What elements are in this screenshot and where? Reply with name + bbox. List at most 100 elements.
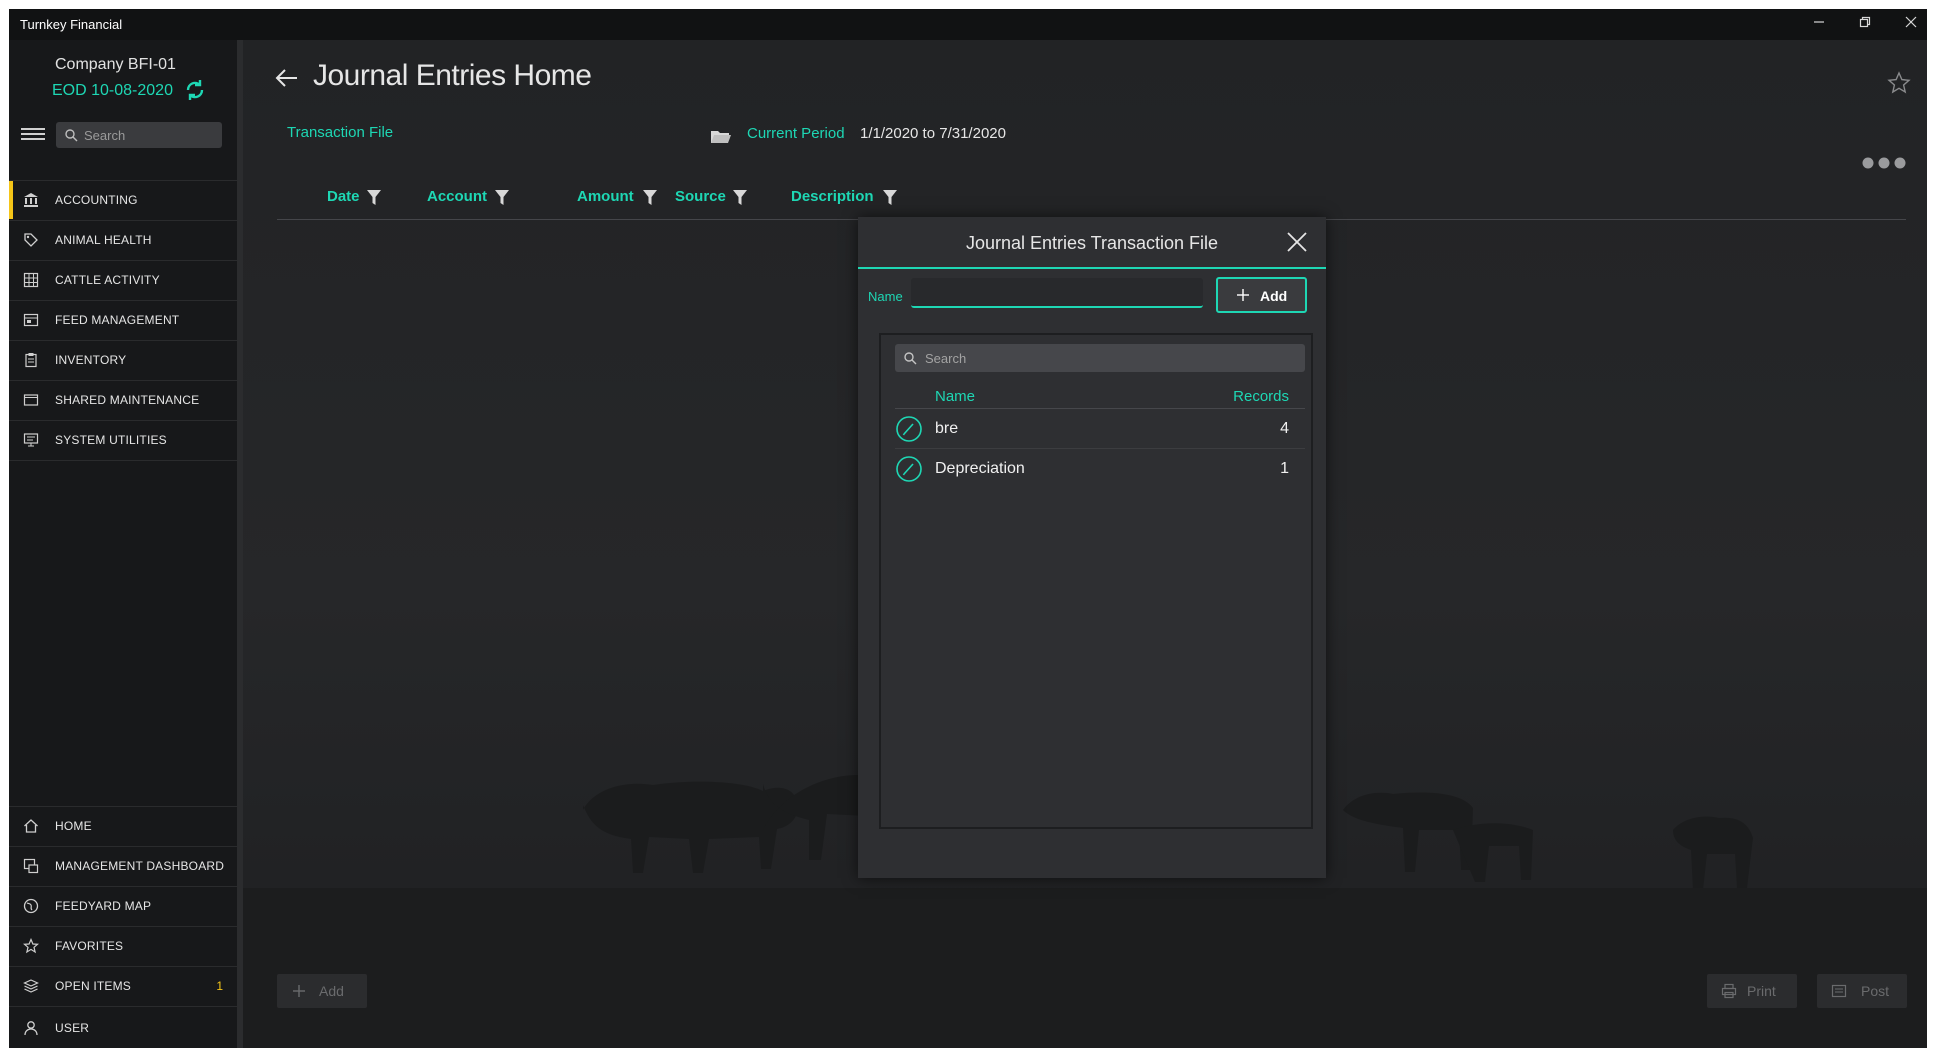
- tag-icon: [24, 233, 38, 247]
- dialog-title: Journal Entries Transaction File: [965, 233, 1219, 253]
- current-period-value: 1/1/2020 to 7/31/2020: [860, 125, 1006, 142]
- refresh-icon[interactable]: [183, 78, 207, 102]
- company-name: Company BFI-01: [55, 56, 176, 73]
- sidebar-item-animal-health[interactable]: ANIMAL HEALTH: [9, 220, 237, 259]
- monitor-icon: [23, 433, 39, 447]
- list-item-name: bre: [935, 420, 959, 437]
- current-period-label: Current Period: [747, 125, 845, 142]
- sidebar-item-favorites[interactable]: FAVORITES: [9, 926, 237, 965]
- column-header-date[interactable]: Date: [327, 188, 360, 205]
- sidebar-item-label: SYSTEM UTILITIES: [55, 433, 167, 447]
- print-button[interactable]: Print: [1707, 974, 1797, 1008]
- filter-funnel-icon[interactable]: [733, 190, 747, 205]
- column-header-source[interactable]: Source: [675, 188, 726, 205]
- hamburger-menu-icon[interactable]: [21, 125, 45, 143]
- favorite-star-icon[interactable]: [1887, 71, 1911, 95]
- list-header-records[interactable]: Records: [1209, 388, 1289, 405]
- sidebar-search-placeholder: Search: [84, 128, 126, 143]
- list-item-name: Depreciation: [935, 460, 1025, 477]
- sidebar-item-user[interactable]: USER: [9, 1006, 237, 1048]
- clipboard-icon: [25, 353, 37, 368]
- post-label: Post: [1861, 983, 1890, 999]
- post-button[interactable]: Post: [1817, 974, 1907, 1008]
- filter-funnel-icon[interactable]: [883, 190, 897, 205]
- sidebar-item-label: SHARED MAINTENANCE: [55, 393, 200, 407]
- layers-icon: [23, 979, 39, 993]
- minimize-button[interactable]: [1804, 14, 1834, 34]
- add-entry-label: Add: [319, 983, 344, 999]
- edit-pencil-icon[interactable]: [895, 415, 923, 443]
- add-entry-button[interactable]: Add: [277, 974, 367, 1008]
- open-items-badge: 1: [216, 979, 223, 993]
- restore-button[interactable]: [1850, 14, 1880, 34]
- sidebar-item-label: INVENTORY: [55, 353, 127, 367]
- grid-icon: [23, 272, 39, 288]
- sidebar: Company BFI-01 EOD 10-08-2020 Search ACC…: [9, 40, 243, 1048]
- plus-icon: [1237, 289, 1249, 301]
- sidebar-item-label: ANIMAL HEALTH: [55, 233, 152, 247]
- title-bar: Turnkey Financial: [9, 9, 1927, 40]
- column-header-amount[interactable]: Amount: [577, 188, 634, 205]
- home-icon: [24, 819, 38, 833]
- sidebar-item-management-dashboard[interactable]: MANAGEMENT DASHBOARD: [9, 846, 237, 885]
- column-header-description[interactable]: Description: [791, 188, 874, 205]
- edit-pencil-icon[interactable]: [895, 455, 923, 483]
- app-title: Turnkey Financial: [20, 17, 123, 32]
- eod-date: EOD 10-08-2020: [52, 82, 173, 99]
- transaction-file-list: Search Name Records bre 4 Depreciation 1: [879, 333, 1313, 829]
- close-icon[interactable]: [1286, 231, 1308, 253]
- dialog-header: Journal Entries Transaction File: [858, 217, 1326, 269]
- sidebar-item-feed-management[interactable]: FEED MANAGEMENT: [9, 300, 237, 339]
- transaction-file-dialog: Journal Entries Transaction File Name Ad…: [858, 217, 1326, 878]
- sidebar-item-cattle-activity[interactable]: CATTLE ACTIVITY: [9, 260, 237, 299]
- filter-funnel-icon[interactable]: [643, 190, 657, 205]
- dashboard-icon: [23, 858, 39, 874]
- sidebar-item-accounting[interactable]: ACCOUNTING: [9, 180, 237, 219]
- more-options-icon[interactable]: [1861, 156, 1911, 170]
- filter-funnel-icon[interactable]: [367, 190, 381, 205]
- window-icon: [23, 394, 39, 406]
- list-item-records: 1: [1280, 460, 1289, 477]
- sidebar-item-label: MANAGEMENT DASHBOARD: [55, 859, 225, 873]
- feed-icon: [23, 313, 39, 327]
- print-label: Print: [1747, 983, 1776, 999]
- star-icon: [23, 938, 39, 954]
- sidebar-item-shared-maintenance[interactable]: SHARED MAINTENANCE: [9, 380, 237, 419]
- list-item[interactable]: bre 4: [895, 409, 1305, 449]
- user-icon: [24, 1021, 38, 1036]
- list-search-input[interactable]: Search: [895, 344, 1305, 372]
- sidebar-divider: [9, 460, 237, 461]
- sidebar-item-label: FEEDYARD MAP: [55, 899, 152, 913]
- sidebar-item-open-items[interactable]: OPEN ITEMS 1: [9, 966, 237, 1005]
- name-field-label: Name: [868, 289, 903, 304]
- sidebar-search-input[interactable]: Search: [56, 122, 222, 148]
- minimize-icon: [1814, 21, 1824, 23]
- restore-icon: [1859, 16, 1871, 28]
- list-item-records: 4: [1280, 420, 1289, 437]
- sidebar-item-label: ACCOUNTING: [55, 193, 138, 207]
- plus-icon: [293, 985, 305, 997]
- back-arrow-icon[interactable]: [275, 68, 299, 88]
- list-header-name[interactable]: Name: [935, 388, 975, 405]
- bank-icon: [24, 193, 38, 207]
- list-search-placeholder: Search: [925, 351, 967, 366]
- transaction-file-link[interactable]: Transaction File: [287, 124, 393, 141]
- close-icon: [1905, 16, 1917, 28]
- page-title: Journal Entries Home: [313, 59, 592, 92]
- sidebar-item-home[interactable]: HOME: [9, 806, 237, 845]
- sidebar-item-label: CATTLE ACTIVITY: [55, 273, 160, 287]
- folder-open-icon[interactable]: [710, 128, 732, 144]
- sidebar-item-inventory[interactable]: INVENTORY: [9, 340, 237, 379]
- list-item[interactable]: Depreciation 1: [895, 449, 1305, 489]
- filter-funnel-icon[interactable]: [495, 190, 509, 205]
- add-button-label: Add: [1260, 288, 1288, 304]
- sidebar-item-label: FEED MANAGEMENT: [55, 313, 180, 327]
- column-header-account[interactable]: Account: [427, 188, 487, 205]
- name-field[interactable]: [911, 278, 1203, 308]
- sidebar-item-feedyard-map[interactable]: FEEDYARD MAP: [9, 886, 237, 925]
- globe-icon: [23, 898, 39, 914]
- sidebar-item-system-utilities[interactable]: SYSTEM UTILITIES: [9, 420, 237, 459]
- add-transaction-file-button[interactable]: Add: [1216, 277, 1307, 313]
- close-window-button[interactable]: [1896, 14, 1926, 34]
- search-icon: [904, 352, 917, 365]
